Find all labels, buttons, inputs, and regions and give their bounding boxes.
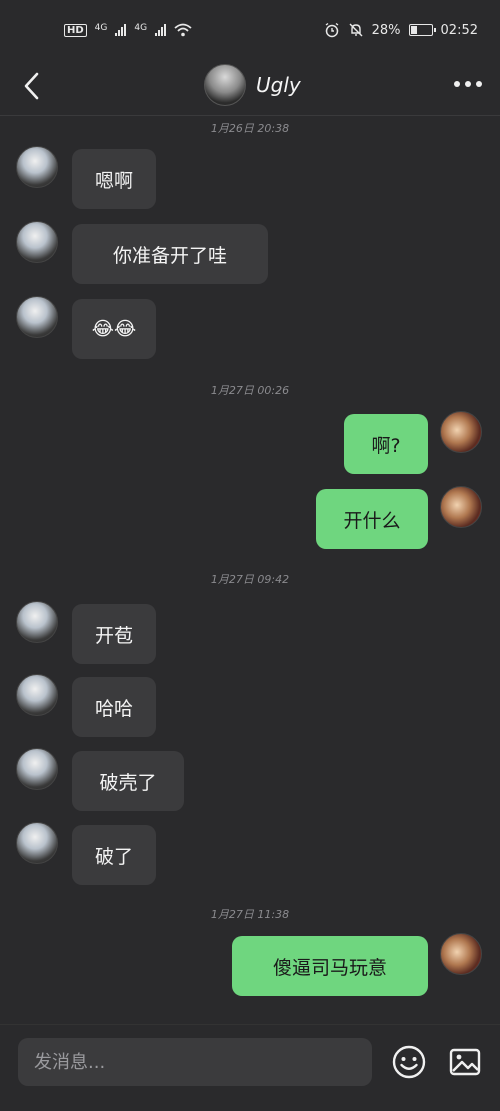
message-input[interactable] [18, 1038, 372, 1086]
back-button[interactable] [14, 68, 50, 104]
my-avatar[interactable] [440, 933, 482, 975]
input-bar [0, 1024, 500, 1111]
network-type-2: 4G [134, 23, 148, 33]
more-dots-icon [454, 81, 460, 87]
bell-off-icon [349, 23, 363, 37]
incoming-message: 破了 [0, 822, 500, 885]
chat-header: Ugly [0, 60, 500, 116]
image-icon [449, 1048, 481, 1076]
smiley-icon [392, 1045, 426, 1079]
outgoing-message: 开什么 [0, 486, 500, 549]
network-type-1: 4G [94, 23, 108, 33]
wifi-icon [174, 23, 192, 37]
clock: 02:52 [440, 22, 478, 38]
timestamp: 1月27日 00:26 [210, 384, 290, 397]
contact-avatar[interactable] [16, 601, 58, 643]
incoming-message: 😂😂 [0, 296, 500, 359]
timestamp: 1月27日 09:42 [210, 573, 290, 586]
message-bubble[interactable]: 傻逼司马玩意 [232, 936, 428, 996]
incoming-message: 你准备开了哇 [0, 221, 500, 284]
emoji-button[interactable] [391, 1044, 427, 1080]
timestamp: 1月26日 20:38 [210, 122, 290, 135]
my-avatar[interactable] [440, 411, 482, 453]
alarm-icon [325, 22, 339, 38]
signal-icon [155, 24, 167, 36]
contact-avatar[interactable] [16, 822, 58, 864]
message-bubble[interactable]: 😂😂 [72, 299, 156, 359]
incoming-message: 哈哈 [0, 674, 500, 737]
incoming-message: 破壳了 [0, 748, 500, 811]
status-bar: HD 4G 4G 28% 02:52 [0, 0, 500, 60]
battery-icon [408, 24, 436, 36]
message-bubble[interactable]: 你准备开了哇 [72, 224, 268, 284]
contact-avatar[interactable] [16, 221, 58, 263]
message-bubble[interactable]: 破壳了 [72, 751, 184, 811]
contact-avatar[interactable] [16, 146, 58, 188]
timestamp: 1月27日 11:38 [210, 908, 290, 921]
contact-name: Ugly [256, 73, 301, 97]
message-list[interactable]: 1月26日 20:38 嗯啊你准备开了哇 😂😂 1月27日 00:26 啊? 开什么 1月2… [0, 116, 500, 1024]
contact-avatar[interactable] [204, 64, 246, 106]
hd-badge: HD [64, 23, 87, 37]
message-bubble[interactable]: 哈哈 [72, 677, 156, 737]
message-bubble[interactable]: 破了 [72, 825, 156, 885]
outgoing-message: 啊? [0, 411, 500, 474]
image-button[interactable] [447, 1044, 483, 1080]
more-button[interactable] [450, 72, 486, 96]
outgoing-message: 傻逼司马玩意 [0, 933, 500, 996]
status-bar-left: HD 4G 4G [64, 23, 192, 37]
chevron-left-icon [24, 72, 39, 100]
my-avatar[interactable] [440, 486, 482, 528]
battery-fill [410, 26, 417, 34]
contact-avatar[interactable] [16, 674, 58, 716]
chat-title[interactable]: Ugly [204, 63, 301, 107]
message-bubble[interactable]: 嗯啊 [72, 149, 156, 209]
incoming-message: 嗯啊 [0, 146, 500, 209]
status-bar-right: 28% 02:52 [324, 22, 478, 38]
contact-avatar[interactable] [16, 748, 58, 790]
contact-avatar[interactable] [16, 296, 58, 338]
signal-icon [115, 24, 127, 36]
message-bubble[interactable]: 啊? [344, 414, 428, 474]
message-bubble[interactable]: 开什么 [316, 489, 428, 549]
incoming-message: 开苞 [0, 601, 500, 664]
message-bubble[interactable]: 开苞 [72, 604, 156, 664]
battery-percent: 28% [371, 22, 401, 38]
